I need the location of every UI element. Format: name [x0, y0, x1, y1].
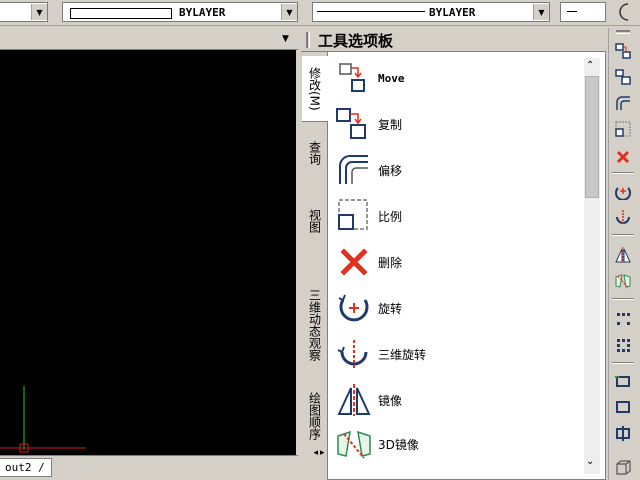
tool-label: Move: [378, 71, 405, 85]
toolbar-grip[interactable]: [616, 30, 630, 34]
copy-icon[interactable]: [612, 40, 634, 62]
rotate-icon: [334, 288, 374, 328]
tool-label: 旋转: [378, 301, 403, 316]
tab-scroll-arrows[interactable]: ◂ ▸: [310, 444, 328, 462]
tool-rotate[interactable]: 旋转: [334, 286, 584, 330]
tab-view[interactable]: 视图: [303, 200, 327, 242]
chevron-down-icon[interactable]: ▼: [281, 4, 297, 20]
lineweight-dropdown[interactable]: BYLAYER ▼: [312, 2, 550, 22]
mirror-icon: [334, 380, 374, 420]
tool-move[interactable]: Move: [334, 56, 584, 100]
erase-icon[interactable]: [612, 146, 634, 168]
layout-tab[interactable]: out2 /: [0, 458, 52, 477]
toolbar-separator: [612, 298, 634, 300]
rotate-3d-icon: [334, 334, 374, 374]
linetype-dropdown[interactable]: BYLAYER ▼: [62, 2, 298, 22]
tool-mirror[interactable]: 镜像: [334, 378, 584, 422]
center-icon[interactable]: [612, 422, 634, 444]
rotate-3d-icon[interactable]: [612, 206, 634, 228]
linetype-value: BYLAYER: [179, 6, 226, 19]
tool-copy[interactable]: 复制: [334, 102, 584, 146]
erase-icon: [334, 242, 374, 282]
tab-draw-order[interactable]: 绘图顺序: [303, 388, 327, 444]
move-icon: [334, 58, 374, 98]
box-icon[interactable]: [612, 456, 634, 478]
tool-label: 偏移: [378, 163, 403, 178]
palette-title: 工具选项板: [318, 32, 394, 50]
tool-label: 删除: [378, 255, 403, 270]
tool-erase[interactable]: 删除: [334, 240, 584, 284]
drawing-window-header: ▼: [0, 28, 298, 50]
tab-inquiry[interactable]: 查询: [303, 132, 327, 174]
palette-grip[interactable]: [306, 32, 310, 48]
ucs-axes: [0, 386, 86, 453]
scroll-down-icon[interactable]: ⌄: [586, 456, 594, 467]
circle-icon[interactable]: [612, 0, 636, 24]
offset-icon: [334, 150, 374, 190]
lineweight-value: BYLAYER: [429, 6, 476, 19]
scroll-up-icon[interactable]: ⌃: [586, 60, 594, 71]
toolbar-separator: [612, 234, 634, 236]
mirror-3d-icon[interactable]: [612, 270, 634, 292]
tool-label: 镜像: [378, 393, 403, 408]
copy-icon: [334, 104, 374, 144]
color-dropdown[interactable]: ▼: [0, 2, 48, 22]
toolbar-separator: [612, 172, 634, 174]
array-path-icon[interactable]: [612, 334, 634, 356]
rectangle-icon[interactable]: [612, 370, 634, 392]
linetype-sample: [70, 8, 172, 19]
drawing-canvas[interactable]: [0, 50, 296, 455]
plotstyle-dropdown[interactable]: [560, 2, 606, 22]
copy-icon[interactable]: [612, 66, 634, 88]
tool-rotate-3d[interactable]: 三维旋转: [334, 332, 584, 376]
toolbar-separator: [612, 362, 634, 364]
mirror-3d-icon: [334, 424, 374, 464]
tool-mirror-3d[interactable]: 3D镜像: [334, 422, 584, 466]
offset-icon[interactable]: [612, 92, 634, 114]
scale-icon[interactable]: [612, 118, 634, 140]
chevron-down-icon[interactable]: ▼: [282, 34, 289, 44]
scale-icon: [334, 196, 374, 236]
chevron-down-icon[interactable]: ▼: [533, 4, 549, 20]
tool-scale[interactable]: 比例: [334, 194, 584, 238]
plotstyle-sample: [567, 11, 577, 12]
tool-label: 比例: [378, 209, 403, 224]
tab-3d-orbit[interactable]: 三维动态观察: [303, 278, 327, 372]
tool-label: 三维旋转: [378, 347, 427, 362]
layout-tab-label: out2: [5, 461, 32, 474]
mirror-icon[interactable]: [612, 244, 634, 266]
tab-modify[interactable]: 修改(M): [302, 56, 328, 122]
rotate-icon[interactable]: [612, 180, 634, 202]
layout-tab-bar: out2 /: [0, 455, 298, 480]
tool-label: 3D镜像: [378, 437, 419, 452]
tool-label: 复制: [378, 117, 403, 132]
rectangle-icon[interactable]: [612, 396, 634, 418]
array-icon[interactable]: [612, 308, 634, 330]
lineweight-sample: [317, 11, 425, 12]
tool-offset[interactable]: 偏移: [334, 148, 584, 192]
scrollbar-thumb[interactable]: [585, 76, 599, 198]
chevron-down-icon[interactable]: ▼: [31, 4, 47, 20]
